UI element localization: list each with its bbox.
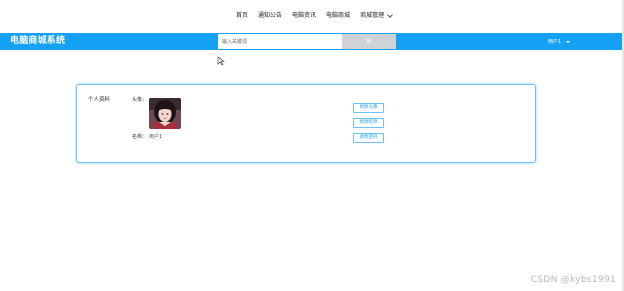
profile-card: 个人资料 头像： 名称： 用户1 修改头像 修改昵称 修改密码 — [76, 84, 536, 163]
watermark: CSDN @kybs1991 — [530, 275, 616, 285]
nav-item-news[interactable]: 电脑资讯 — [292, 12, 316, 20]
top-nav-items: 首页 通知公告 电脑资讯 电脑商城 商城管理 — [236, 12, 402, 20]
profile-title: 个人资料 — [88, 97, 111, 103]
chevron-down-icon — [387, 12, 393, 18]
top-navigation: 首页 通知公告 电脑资讯 电脑商城 商城管理 — [0, 0, 624, 33]
mouse-cursor-icon — [217, 56, 225, 66]
nav-item-shop-management[interactable]: 商城管理 — [360, 12, 393, 20]
nav-item-notices[interactable]: 通知公告 — [258, 12, 282, 20]
site-title: 电脑商城系统 — [10, 36, 66, 46]
nav-item-shop[interactable]: 电脑商城 — [326, 12, 350, 20]
caret-down-icon — [566, 41, 571, 43]
search-button[interactable]: 搜 — [342, 34, 396, 49]
search-input[interactable] — [218, 34, 342, 49]
avatar-label: 头像： — [132, 97, 148, 103]
nav-item-home[interactable]: 首页 — [236, 12, 248, 20]
change-avatar-button[interactable]: 修改头像 — [353, 103, 384, 113]
nav-dropdown-label: 商城管理 — [360, 12, 385, 19]
change-nickname-button[interactable]: 修改昵称 — [353, 118, 384, 128]
user-menu[interactable]: 用户1 — [548, 38, 571, 46]
avatar — [149, 98, 181, 129]
nickname-value: 用户1 — [149, 134, 163, 140]
nickname-label: 名称： — [132, 134, 148, 140]
user-name: 用户1 — [548, 39, 562, 45]
change-password-button[interactable]: 修改密码 — [353, 133, 384, 143]
